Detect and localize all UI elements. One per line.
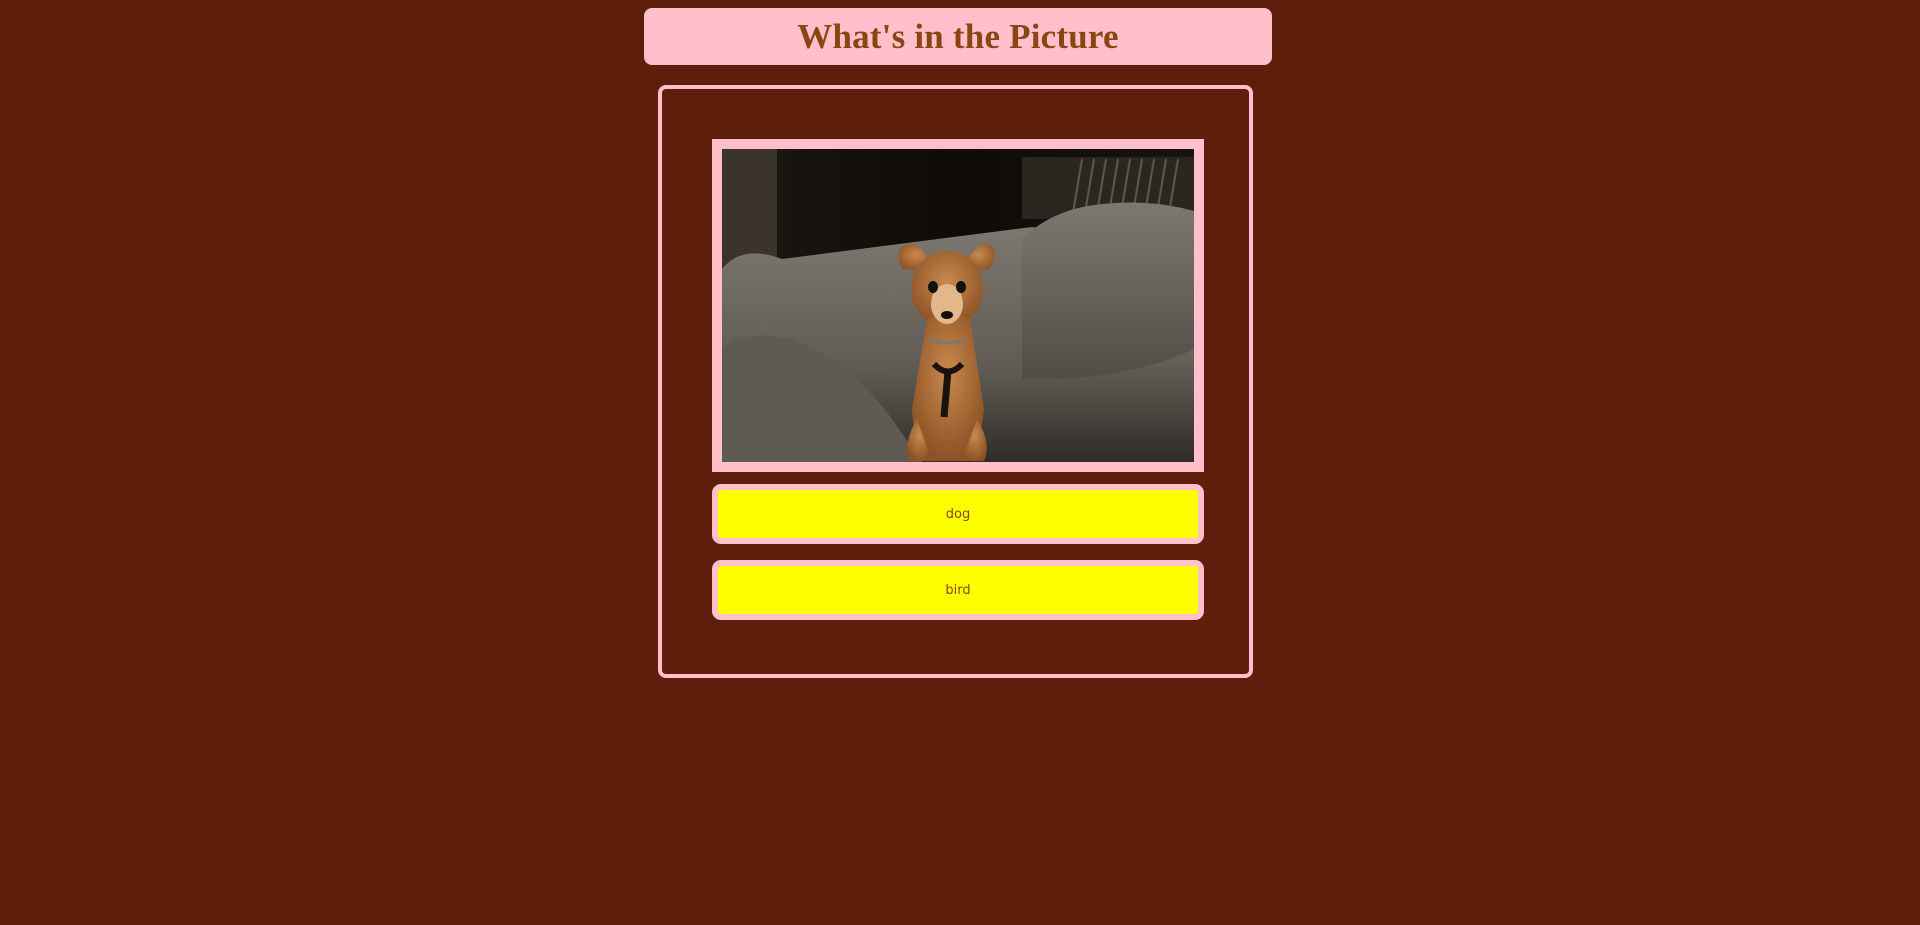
page-header: What's in the Picture xyxy=(644,8,1272,65)
answer-label: bird xyxy=(945,582,971,598)
quiz-photo xyxy=(722,149,1194,462)
answer-option-bird[interactable]: bird xyxy=(712,560,1204,620)
page-title: What's in the Picture xyxy=(797,16,1119,56)
photo-frame xyxy=(712,139,1204,472)
answer-label: dog xyxy=(945,506,971,522)
answer-option-dog[interactable]: dog xyxy=(712,484,1204,544)
